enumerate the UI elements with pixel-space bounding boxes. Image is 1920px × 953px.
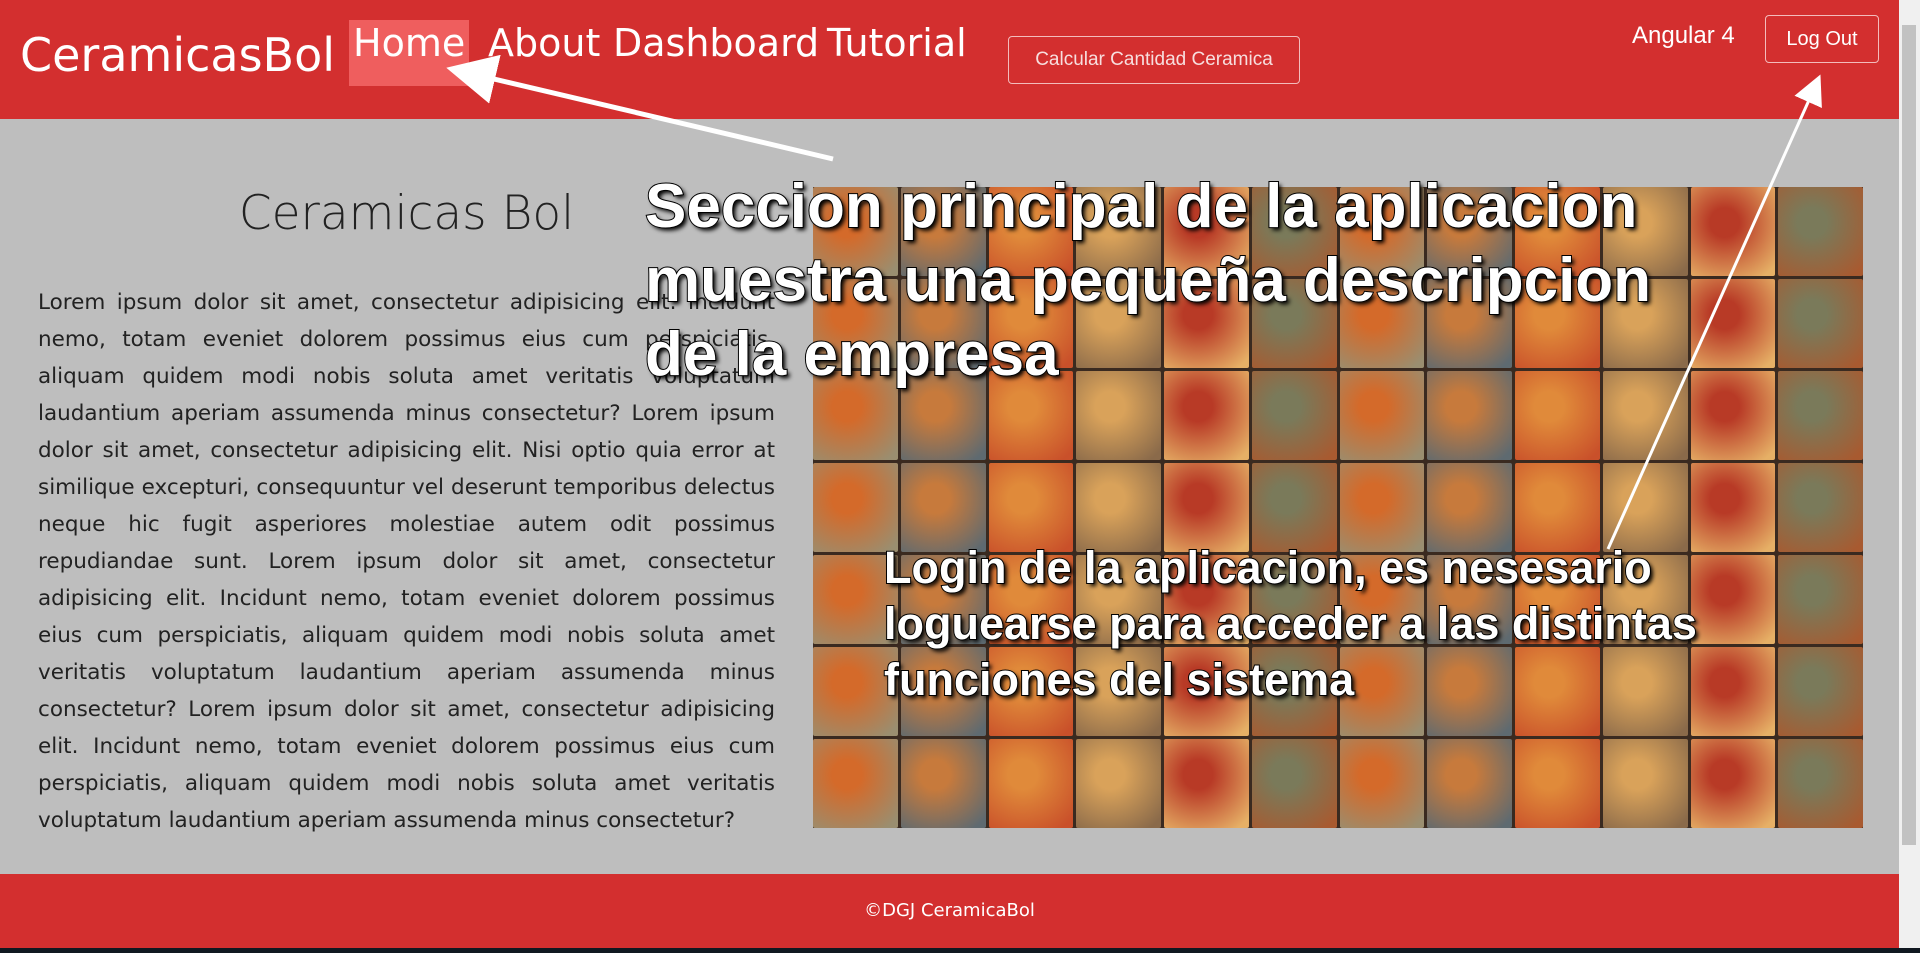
tile (1427, 463, 1512, 552)
calcular-cantidad-button[interactable]: Calcular Cantidad Ceramica (1008, 36, 1300, 84)
tile (1778, 555, 1863, 644)
tile (1076, 739, 1161, 828)
version-label: Angular 4 (1632, 22, 1735, 49)
brand-logo[interactable]: CeramicasBol (20, 28, 335, 82)
tile (1690, 463, 1776, 552)
nav-tutorial[interactable]: Tutorial (823, 20, 971, 86)
tile (1164, 463, 1249, 552)
footer: ©DGJ CeramicaBol (0, 874, 1899, 948)
tile (813, 739, 898, 828)
nav-home[interactable]: Home (349, 20, 470, 86)
nav-dashboard[interactable]: Dashboard (609, 20, 823, 86)
tile (1690, 647, 1776, 736)
tile (1515, 739, 1600, 828)
tile (1778, 647, 1863, 736)
tile (1690, 279, 1776, 368)
tile (1602, 739, 1688, 828)
tile (1690, 187, 1776, 276)
tile (988, 739, 1074, 828)
tile (1778, 463, 1863, 552)
tile (1778, 279, 1863, 368)
nav-about[interactable]: About (484, 20, 604, 86)
annotation-login: Login de la aplicacion, es nesesario log… (883, 541, 1698, 706)
scrollbar-thumb[interactable] (1902, 25, 1916, 845)
tile (1690, 739, 1776, 828)
tile (1778, 371, 1863, 460)
tile (1251, 463, 1337, 552)
tile (1076, 463, 1161, 552)
tile (900, 463, 986, 552)
scrollbar[interactable] (1899, 0, 1920, 948)
navbar: CeramicasBol Home About Dashboard Tutori… (0, 0, 1899, 119)
tile (1690, 555, 1776, 644)
tile (1778, 739, 1863, 828)
tile (1515, 463, 1600, 552)
annotation-main-section: Seccion principal de la aplicacion muest… (644, 171, 1652, 390)
tile (900, 739, 986, 828)
logout-button[interactable]: Log Out (1765, 15, 1879, 63)
tile (1339, 739, 1425, 828)
tile (1778, 187, 1863, 276)
tile (1602, 463, 1688, 552)
tile (1164, 739, 1249, 828)
taskbar (0, 948, 1920, 953)
tile (988, 463, 1074, 552)
tile (1251, 739, 1337, 828)
tile (813, 463, 898, 552)
tile (1339, 463, 1425, 552)
footer-copyright: ©DGJ CeramicaBol (864, 900, 1035, 921)
tile (1427, 739, 1512, 828)
tile (1690, 371, 1776, 460)
